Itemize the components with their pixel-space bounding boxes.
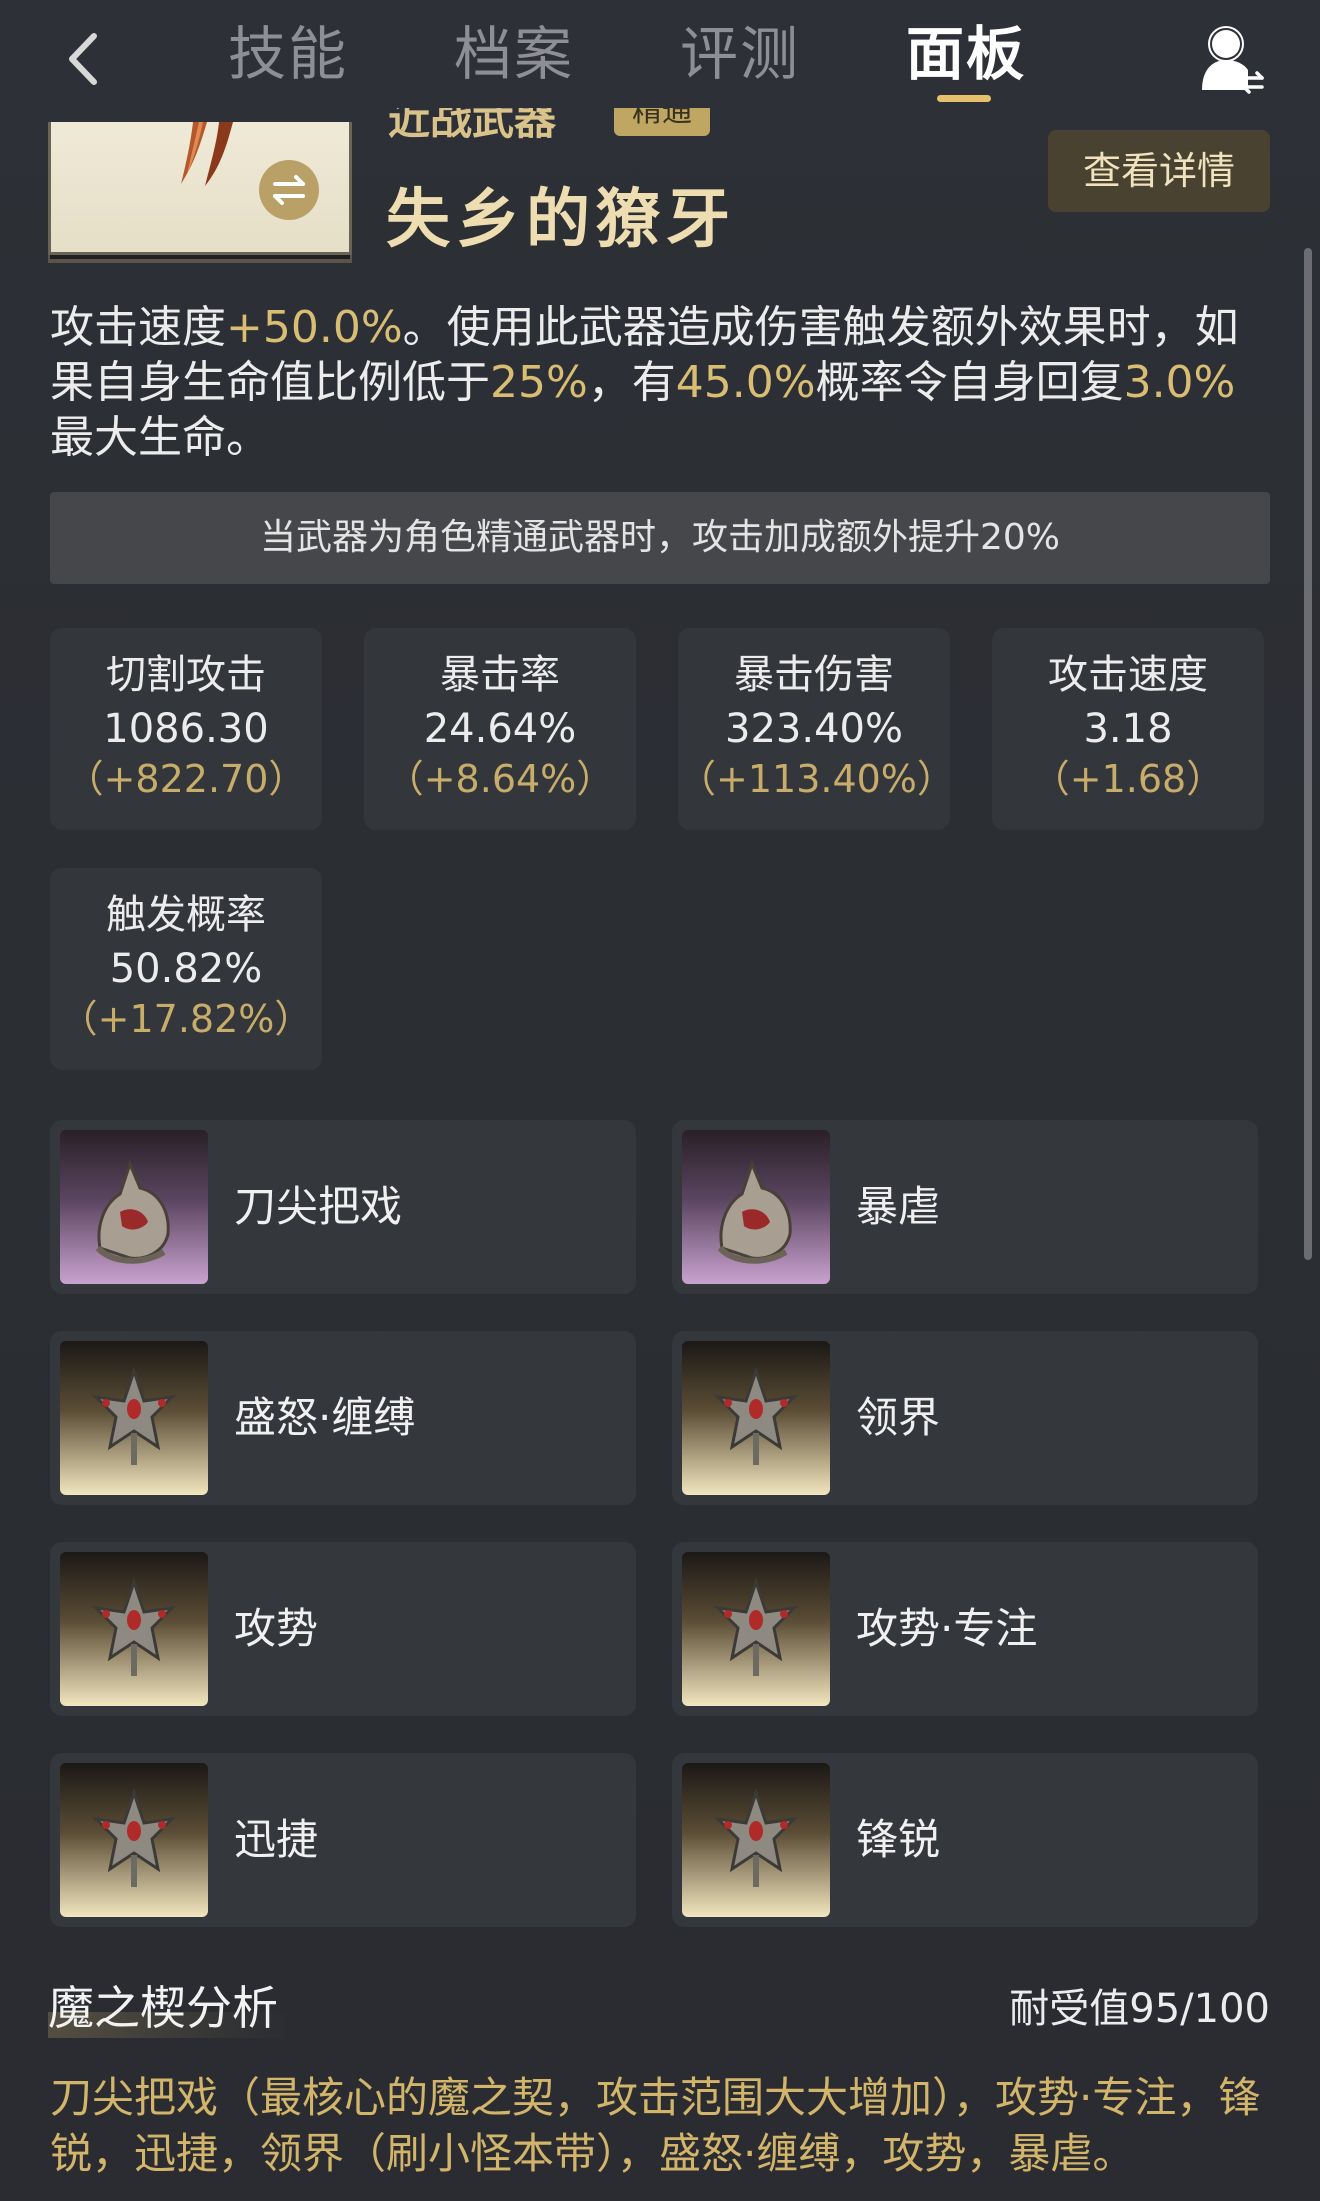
- weapon-type-row: 近战武器 精通: [388, 108, 728, 142]
- desc-text: ，有: [587, 357, 676, 408]
- mod-card[interactable]: 暴虐: [672, 1120, 1258, 1294]
- crest-mod-icon: [60, 1763, 208, 1917]
- swap-icon: [273, 175, 305, 205]
- crest-mod-icon: [682, 1763, 830, 1917]
- mod-card[interactable]: 领界: [672, 1331, 1258, 1505]
- desc-value: 25%: [490, 357, 588, 408]
- scrollbar[interactable]: [1304, 248, 1312, 1260]
- desc-value: +50.0%: [226, 302, 403, 353]
- stat-bonus: （+1.68）: [1031, 757, 1225, 801]
- crest-mod-icon: [60, 1341, 208, 1495]
- mod-card[interactable]: 锋锐: [672, 1753, 1258, 1927]
- stat-bonus: （+822.70）: [65, 757, 307, 801]
- stat-value: 50.82%: [109, 946, 263, 992]
- stat-bonus: （+17.82%）: [59, 997, 313, 1041]
- mod-name: 领界: [856, 1393, 941, 1442]
- weapon-description: 攻击速度+50.0%。使用此武器造成伤害触发额外效果时，如果自身生命值比例低于2…: [50, 300, 1280, 465]
- stat-bonus: （+8.64%）: [385, 757, 615, 801]
- analysis-title: 魔之楔分析: [48, 1972, 288, 2038]
- tab-skills[interactable]: 技能: [228, 14, 348, 94]
- desc-text: 概率令自身回复: [815, 357, 1124, 408]
- weapon-thumbnail[interactable]: [48, 122, 352, 255]
- weapon-name: 失乡的獠牙: [386, 183, 736, 257]
- swap-weapon-button[interactable]: [259, 160, 319, 220]
- mod-card[interactable]: 刀尖把戏: [50, 1120, 636, 1294]
- analysis-text: 刀尖把戏（最核心的魔之契，攻击范围大大增加），攻势·专注，锋锐，迅捷，领界（刷小…: [50, 2073, 1261, 2178]
- desc-text: 最大生命。: [50, 412, 270, 463]
- top-nav: 技能 档案 评测 面板: [0, 0, 1320, 120]
- stat-card: 切割攻击 1086.30 （+822.70）: [50, 628, 322, 830]
- mod-card[interactable]: 攻势·专注: [672, 1542, 1258, 1716]
- wolf-mod-icon: [682, 1130, 830, 1284]
- mod-name: 暴虐: [856, 1182, 941, 1231]
- tab-panel[interactable]: 面板: [906, 14, 1026, 94]
- mod-name: 迅捷: [234, 1815, 319, 1864]
- stat-card: 攻击速度 3.18 （+1.68）: [992, 628, 1264, 830]
- crest-mod-icon: [682, 1552, 830, 1706]
- stat-label: 暴击率: [440, 652, 560, 698]
- mod-name: 刀尖把戏: [234, 1182, 403, 1231]
- weapon-type: 近战武器: [388, 108, 557, 142]
- mastery-badge: 精通: [614, 108, 710, 136]
- mod-name: 锋锐: [856, 1815, 941, 1864]
- mod-card[interactable]: 攻势: [50, 1542, 636, 1716]
- stat-label: 切割攻击: [106, 652, 266, 698]
- mod-card[interactable]: 盛怒·缠缚: [50, 1331, 636, 1505]
- stat-label: 触发概率: [106, 892, 266, 938]
- view-details-button[interactable]: 查看详情: [1048, 130, 1270, 212]
- stat-card: 暴击率 24.64% （+8.64%）: [364, 628, 636, 830]
- desc-value: 45.0%: [675, 357, 816, 408]
- tab-review[interactable]: 评测: [680, 14, 800, 94]
- wolf-mod-icon: [60, 1130, 208, 1284]
- back-arrow-icon[interactable]: [60, 24, 110, 94]
- mod-name: 攻势·专注: [856, 1604, 1038, 1653]
- page: 技能 档案 评测 面板 近战武器 精通 失乡的獠牙 查看详情 攻击速度+50.0…: [0, 0, 1320, 2201]
- stat-value: 1086.30: [103, 706, 269, 752]
- mastery-note: 当武器为角色精通武器时，攻击加成额外提升20%: [50, 492, 1270, 584]
- mod-name: 攻势: [234, 1604, 319, 1653]
- crest-mod-icon: [682, 1341, 830, 1495]
- stat-card: 暴击伤害 323.40% （+113.40%）: [678, 628, 955, 830]
- stat-value: 323.40%: [725, 706, 903, 752]
- desc-value: 3.0%: [1123, 357, 1236, 408]
- stat-label: 攻击速度: [1048, 652, 1208, 698]
- switch-user-icon[interactable]: [1196, 24, 1266, 96]
- mod-card[interactable]: 迅捷: [50, 1753, 636, 1927]
- weapon-blade-icon: [181, 122, 233, 186]
- stat-value: 24.64%: [423, 706, 577, 752]
- active-tab-indicator: [937, 95, 991, 102]
- crest-mod-icon: [60, 1552, 208, 1706]
- mod-name: 盛怒·缠缚: [234, 1393, 416, 1442]
- stat-bonus: （+113.40%）: [678, 757, 955, 801]
- stat-value: 3.18: [1083, 706, 1173, 752]
- tab-profile[interactable]: 档案: [454, 14, 574, 94]
- tolerance-value: 耐受值95/100: [1009, 1986, 1270, 2032]
- stat-label: 暴击伤害: [734, 652, 894, 698]
- stat-card: 触发概率 50.82% （+17.82%）: [50, 868, 322, 1070]
- desc-text: 攻击速度: [50, 302, 226, 353]
